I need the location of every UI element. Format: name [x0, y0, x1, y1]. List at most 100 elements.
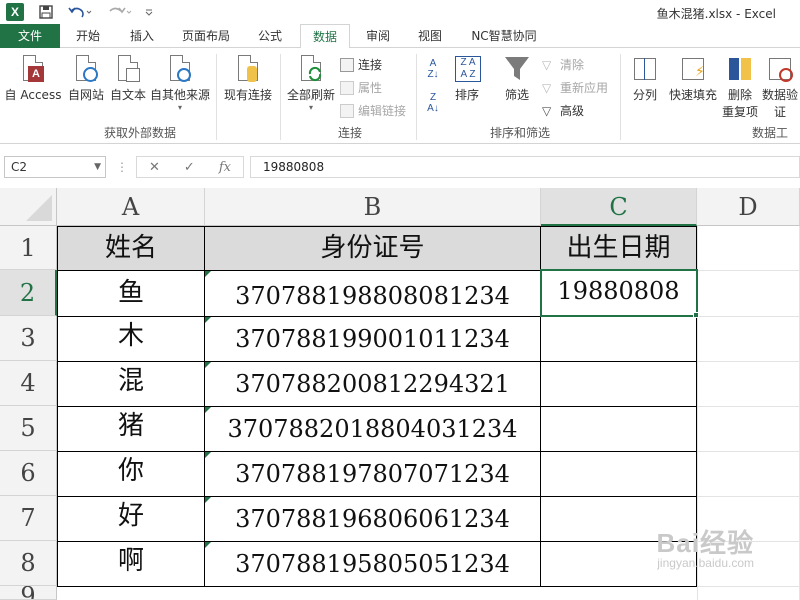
table-cell-name[interactable]: 你	[58, 452, 204, 496]
column-header-b[interactable]: B	[205, 188, 541, 226]
advanced-filter-icon: ▽	[542, 103, 552, 118]
formula-bar: C2 ▼ ⋮ ✕ ✓ fx 19880808	[0, 152, 800, 182]
tab-file[interactable]: 文件	[0, 24, 60, 48]
name-box[interactable]: C2 ▼	[4, 156, 106, 178]
tab-view[interactable]: 视图	[408, 24, 452, 48]
tab-insert[interactable]: 插入	[120, 24, 164, 48]
table-cell-id[interactable]: 370788198808081234	[205, 271, 540, 316]
number-as-text-indicator-icon	[205, 362, 211, 368]
table-cell-birth[interactable]	[541, 362, 696, 406]
sort-ascending-icon[interactable]: A Z↓	[420, 58, 446, 80]
data-validation-button[interactable]: 数据验 证	[760, 54, 800, 120]
undo-icon[interactable]	[64, 3, 96, 21]
advanced-filter-button[interactable]: ▽ 高级	[542, 102, 584, 119]
table-cell-name[interactable]: 猪	[58, 407, 204, 451]
cell-c1-header-birth[interactable]: 出生日期	[541, 227, 696, 270]
other-sources-icon	[165, 54, 195, 84]
access-icon: A	[18, 54, 48, 84]
tab-home[interactable]: 开始	[66, 24, 110, 48]
select-all-button[interactable]	[0, 188, 57, 226]
worksheet-grid: A B C D 1 2 3 4 5 6 7 8 9 姓名 身份证号 出生日期 鱼…	[0, 188, 800, 600]
row-header-2[interactable]: 2	[0, 270, 57, 316]
excel-logo-icon: X	[6, 3, 24, 21]
fill-handle[interactable]	[693, 312, 699, 318]
row-header-6[interactable]: 6	[0, 451, 57, 496]
filter-funnel-icon	[502, 54, 532, 84]
cell-b1-header-id[interactable]: 身份证号	[205, 227, 540, 270]
group-label-sort-filter: 排序和筛选	[489, 126, 550, 140]
properties-button[interactable]: 属性	[340, 79, 382, 96]
sort-az-icon: Z AA Z	[452, 54, 482, 84]
reapply-button[interactable]: ▽ 重新应用	[542, 79, 608, 96]
insert-function-icon[interactable]: fx	[219, 160, 231, 175]
cell-a1-header-name[interactable]: 姓名	[58, 227, 204, 270]
clear-button[interactable]: ▽ 清除	[542, 56, 584, 73]
row-header-5[interactable]: 5	[0, 406, 57, 451]
table-cell-name[interactable]: 混	[58, 362, 204, 406]
from-access-button[interactable]: A 自 Access	[2, 54, 64, 103]
table-cell-id[interactable]: 370788199001011234	[205, 317, 540, 361]
row-header-3[interactable]: 3	[0, 316, 57, 361]
edit-links-icon	[340, 103, 354, 118]
from-other-sources-button[interactable]: 自其他来源 ▾	[148, 54, 212, 112]
table-cell-birth[interactable]	[541, 317, 696, 361]
from-web-button[interactable]: 自网站	[64, 54, 108, 103]
cancel-icon[interactable]: ✕	[149, 160, 160, 175]
customize-qat-icon[interactable]	[142, 3, 156, 21]
table-cell-id[interactable]: 370788200812294321	[205, 362, 540, 406]
column-header-a[interactable]: A	[57, 188, 205, 226]
existing-connections-button[interactable]: 现有连接	[220, 54, 276, 103]
number-as-text-indicator-icon	[205, 271, 211, 277]
row-header-1[interactable]: 1	[0, 226, 57, 270]
web-globe-icon	[71, 54, 101, 84]
ribbon-data: A 自 Access 自网站 自文本 自其他来源 ▾ 现有连接 获取外部数据 全…	[0, 48, 800, 144]
table-cell-birth[interactable]	[541, 407, 696, 451]
row-header-7[interactable]: 7	[0, 496, 57, 541]
window-title: 鱼木混猪.xlsx - Excel	[656, 7, 776, 21]
text-to-columns-button[interactable]: 分列	[626, 54, 664, 103]
from-text-button[interactable]: 自文本	[106, 54, 150, 103]
remove-duplicates-button[interactable]: 删除 重复项	[720, 54, 760, 120]
connections-button[interactable]: 连接	[340, 56, 382, 73]
refresh-all-button[interactable]: 全部刷新 ▾	[284, 54, 338, 112]
redo-icon[interactable]	[104, 3, 136, 21]
formula-controls: ✕ ✓ fx	[136, 156, 244, 178]
tab-page-layout[interactable]: 页面布局	[174, 24, 238, 48]
table-cell-name[interactable]: 鱼	[58, 271, 204, 316]
sort-button[interactable]: Z AA Z 排序	[448, 54, 486, 103]
edit-links-button[interactable]: 编辑链接	[340, 102, 406, 119]
row-header-4[interactable]: 4	[0, 361, 57, 406]
number-as-text-indicator-icon	[205, 407, 211, 413]
ribbon-tabs: 文件 开始 插入 页面布局 公式 数据 审阅 视图 NC智慧协同	[0, 24, 800, 49]
table-cell-birth[interactable]	[541, 452, 696, 496]
enter-icon[interactable]: ✓	[184, 160, 195, 175]
table-cell-name[interactable]: 好	[58, 497, 204, 541]
tab-nc-collab[interactable]: NC智慧协同	[462, 24, 546, 48]
number-as-text-indicator-icon	[205, 497, 211, 503]
table-cell-id[interactable]: 370788197807071234	[205, 452, 540, 496]
table-cell-id[interactable]: 370788196806061234	[205, 497, 540, 541]
formula-input[interactable]: 19880808	[250, 156, 800, 178]
sort-descending-icon[interactable]: Z A↓	[420, 92, 446, 114]
tab-data[interactable]: 数据	[300, 24, 350, 49]
group-label-external-data: 获取外部数据	[103, 126, 176, 140]
tab-review[interactable]: 审阅	[356, 24, 400, 48]
table-cell-name[interactable]: 木	[58, 317, 204, 361]
save-icon[interactable]	[36, 3, 56, 21]
table-cell-id[interactable]: 3707882018804031234	[205, 407, 540, 451]
flash-fill-button[interactable]: ⚡ 快速填充	[666, 54, 720, 103]
tab-formulas[interactable]: 公式	[248, 24, 292, 48]
refresh-icon	[296, 54, 326, 84]
table-cell-id[interactable]: 370788195805051234	[205, 542, 540, 586]
column-header-d[interactable]: D	[697, 188, 800, 226]
text-to-columns-icon	[630, 54, 660, 84]
column-header-c[interactable]: C	[541, 188, 697, 226]
number-as-text-indicator-icon	[205, 317, 211, 323]
row-header-8[interactable]: 8	[0, 541, 57, 586]
row-header-9[interactable]: 9	[0, 586, 57, 600]
data-validation-icon	[765, 54, 795, 84]
filter-button[interactable]: 筛选	[496, 54, 538, 103]
active-cell-selection	[540, 269, 698, 317]
table-cell-name[interactable]: 啊	[58, 542, 204, 586]
group-label-connections: 连接	[337, 126, 362, 140]
